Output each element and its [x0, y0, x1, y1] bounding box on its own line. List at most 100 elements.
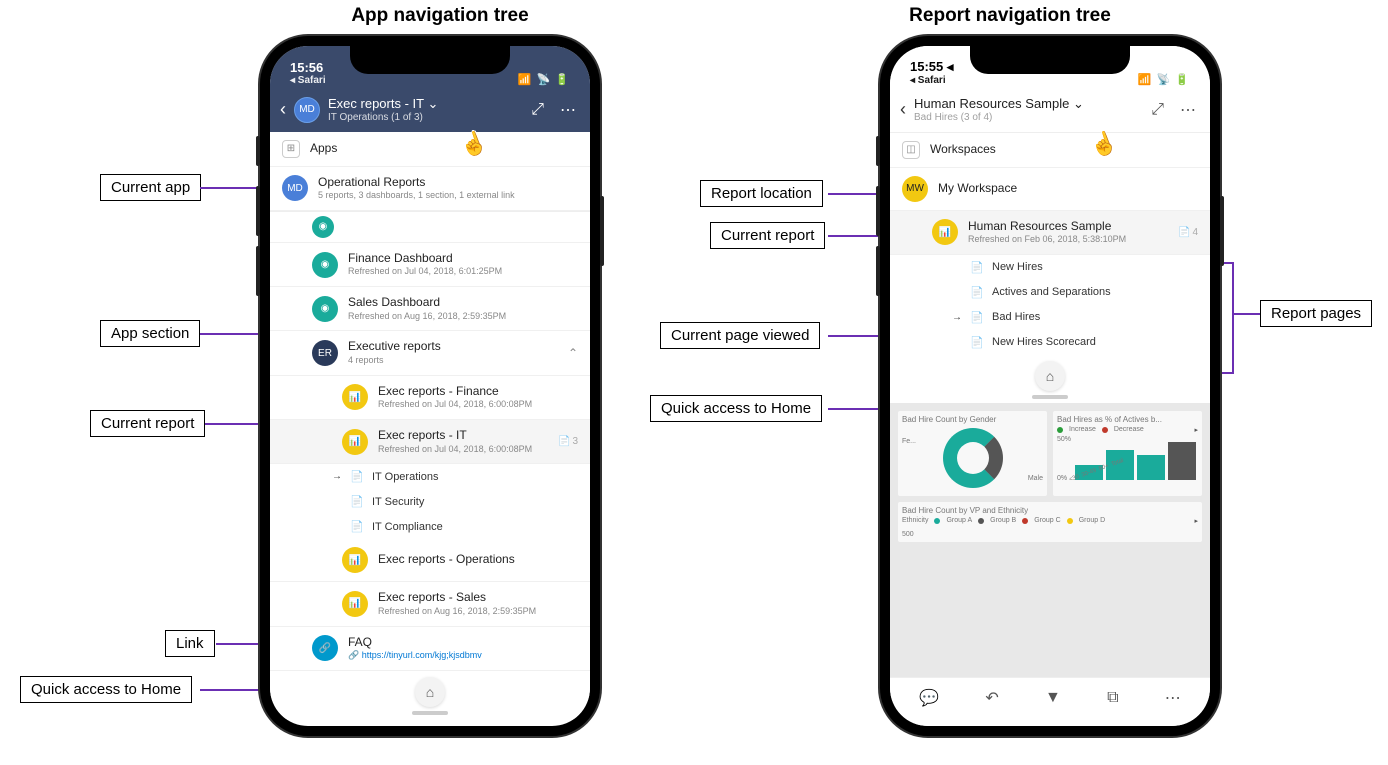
status-icons: 📶 📡 🔋	[1138, 73, 1190, 86]
nav-my-workspace[interactable]: MW My Workspace	[890, 168, 1210, 211]
nav-exec-operations[interactable]: 📊 Exec reports - Operations	[270, 539, 590, 582]
nav-sales-dashboard[interactable]: ◉ Sales Dashboard Refreshed on Aug 16, 2…	[270, 287, 590, 331]
page-new-hires[interactable]: 📄New Hires	[890, 255, 1210, 280]
notch	[970, 46, 1130, 74]
report-preview: Bad Hire Count by Gender Fe... Male Bad …	[890, 403, 1210, 677]
page-icon: 📄	[350, 495, 364, 508]
comment-icon[interactable]: 💬	[919, 688, 939, 708]
label: Operational Reports	[318, 175, 578, 191]
header-title: Human Resources Sample ⌄	[914, 96, 1139, 112]
label: IT Security	[372, 496, 424, 508]
callout-home-r: Quick access to Home	[650, 395, 822, 422]
sublabel: 4 reports	[348, 355, 558, 367]
label: IT Operations	[372, 471, 438, 483]
status-safari-back[interactable]: ◂ Safari	[290, 75, 326, 86]
report-icon: 📊	[342, 547, 368, 573]
nav-exec-finance[interactable]: 📊 Exec reports - Finance Refreshed on Ju…	[270, 376, 590, 420]
phone-left: 15:56 ◂ Safari 📶 📡 🔋 ‹ MD Exec reports -…	[260, 36, 600, 736]
link-url: 🔗 https://tinyurl.com/kjg;kjsdbmv	[348, 650, 578, 662]
report-icon: 📊	[932, 219, 958, 245]
legend-label: Ethnicity	[902, 517, 928, 524]
avatar[interactable]: MD	[294, 97, 320, 123]
label: New Hires Scorecard	[992, 336, 1096, 348]
notch	[350, 46, 510, 74]
sublabel: Refreshed on Aug 16, 2018, 2:59:35PM	[348, 311, 578, 323]
chart-ethnicity[interactable]: Bad Hire Count by VP and Ethnicity Ethni…	[898, 502, 1202, 542]
label: New Hires	[992, 261, 1043, 273]
label: Sales Dashboard	[348, 295, 578, 311]
label: My Workspace	[938, 181, 1198, 197]
page-icon: 📄	[970, 336, 984, 349]
nav-faq-link[interactable]: 🔗 FAQ 🔗 https://tinyurl.com/kjg;kjsdbmv	[270, 627, 590, 671]
page-it-compliance[interactable]: 📄 IT Compliance	[270, 514, 590, 539]
nav-tree: ◫ Workspaces MW My Workspace 📊 Human Res…	[890, 133, 1210, 355]
app-badge-icon: MD	[282, 175, 308, 201]
callout-link: Link	[165, 630, 215, 657]
home-button[interactable]: ⌂	[415, 677, 445, 707]
drag-handle[interactable]	[412, 711, 448, 715]
pages-count: 📄 3	[558, 436, 578, 447]
app-header: ‹ Human Resources Sample ⌄ Bad Hires (3 …	[890, 88, 1210, 133]
label: IT Compliance	[372, 521, 443, 533]
callout-current-report-l: Current report	[90, 410, 205, 437]
report-icon: 📊	[342, 384, 368, 410]
copy-icon[interactable]: ⧉	[1107, 689, 1118, 707]
sublabel: Refreshed on Jul 04, 2018, 6:01:25PM	[348, 266, 578, 278]
page-it-security[interactable]: 📄 IT Security	[270, 489, 590, 514]
expand-icon[interactable]: ⤢	[527, 101, 548, 119]
nav-row-clipped[interactable]: ◉ x	[270, 211, 590, 243]
chart-title: Bad Hire Count by VP and Ethnicity	[902, 506, 1198, 515]
page-it-operations[interactable]: 📄 IT Operations	[270, 464, 590, 489]
home-button[interactable]: ⌂	[1035, 361, 1065, 391]
home-bar: ⌂	[270, 671, 590, 719]
undo-icon[interactable]: ↶	[985, 688, 998, 708]
callout-current-report-r: Current report	[710, 222, 825, 249]
nav-hr-sample-report[interactable]: 📊 Human Resources Sample Refreshed on Fe…	[890, 211, 1210, 255]
nav-exec-sales[interactable]: 📊 Exec reports - Sales Refreshed on Aug …	[270, 582, 590, 626]
label: Actives and Separations	[992, 286, 1111, 298]
more-icon[interactable]: ⋯	[556, 100, 580, 120]
legend: Increase Decrease ▸	[1057, 426, 1198, 434]
drag-handle[interactable]	[1032, 395, 1068, 399]
phone-right: 15:55 ◂ ◂ Safari 📶 📡 🔋 ‹ Human Resources…	[880, 36, 1220, 736]
label: Exec reports - Finance	[378, 384, 578, 400]
pages-count: 📄 4	[1178, 227, 1198, 238]
filter-icon[interactable]: ▼	[1045, 689, 1061, 707]
status-safari-back[interactable]: ◂ Safari	[910, 75, 953, 86]
legend: Ethnicity Group A Group B Group C Group …	[902, 517, 1198, 525]
sublabel: Refreshed on Jul 04, 2018, 6:00:08PM	[378, 399, 578, 411]
page-new-hires-scorecard[interactable]: 📄 New Hires Scorecard	[890, 330, 1210, 355]
donut-chart	[943, 428, 1003, 488]
more-icon[interactable]: ⋯	[1165, 688, 1181, 708]
sublabel: 5 reports, 3 dashboards, 1 section, 1 ex…	[318, 190, 578, 202]
dashboard-icon: ◉	[312, 252, 338, 278]
nav-executive-reports-section[interactable]: ER Executive reports 4 reports ⌃	[270, 331, 590, 375]
home-bar: ⌂	[890, 355, 1210, 403]
chart-bars[interactable]: Bad Hires as % of Actives b... Increase …	[1053, 411, 1202, 496]
back-icon[interactable]: ‹	[280, 99, 286, 120]
page-icon: 📄	[350, 470, 364, 483]
sublabel: Refreshed on Aug 16, 2018, 2:59:35PM	[378, 606, 578, 618]
expand-icon[interactable]: ⤢	[1147, 101, 1168, 119]
page-actives-separations[interactable]: 📄Actives and Separations	[890, 280, 1210, 305]
callout-line	[1234, 313, 1260, 315]
label: Exec reports - Operations	[378, 552, 578, 568]
nav-exec-it[interactable]: 📊 Exec reports - IT Refreshed on Jul 04,…	[270, 420, 590, 464]
header-title-dropdown[interactable]: Exec reports - IT ⌄ IT Operations (1 of …	[328, 96, 519, 124]
nav-workspaces[interactable]: ◫ Workspaces	[890, 133, 1210, 168]
donut-label: Fe...	[902, 438, 916, 445]
callout-current-app: Current app	[100, 174, 201, 201]
back-icon[interactable]: ‹	[900, 99, 906, 120]
cursor-icon	[460, 132, 484, 160]
page-icon: 📄	[350, 520, 364, 533]
nav-finance-dashboard[interactable]: ◉ Finance Dashboard Refreshed on Jul 04,…	[270, 243, 590, 287]
page-bad-hires[interactable]: 📄Bad Hires	[890, 305, 1210, 330]
nav-apps[interactable]: ⊞ Apps	[270, 132, 590, 167]
label: Bad Hires	[992, 311, 1040, 323]
nav-operational-reports[interactable]: MD Operational Reports 5 reports, 3 dash…	[270, 167, 590, 211]
header-title-dropdown[interactable]: Human Resources Sample ⌄ Bad Hires (3 of…	[914, 96, 1139, 124]
label: Executive reports	[348, 339, 558, 355]
chart-donut[interactable]: Bad Hire Count by Gender Fe... Male	[898, 411, 1047, 496]
label: Finance Dashboard	[348, 251, 578, 267]
more-icon[interactable]: ⋯	[1176, 100, 1200, 120]
